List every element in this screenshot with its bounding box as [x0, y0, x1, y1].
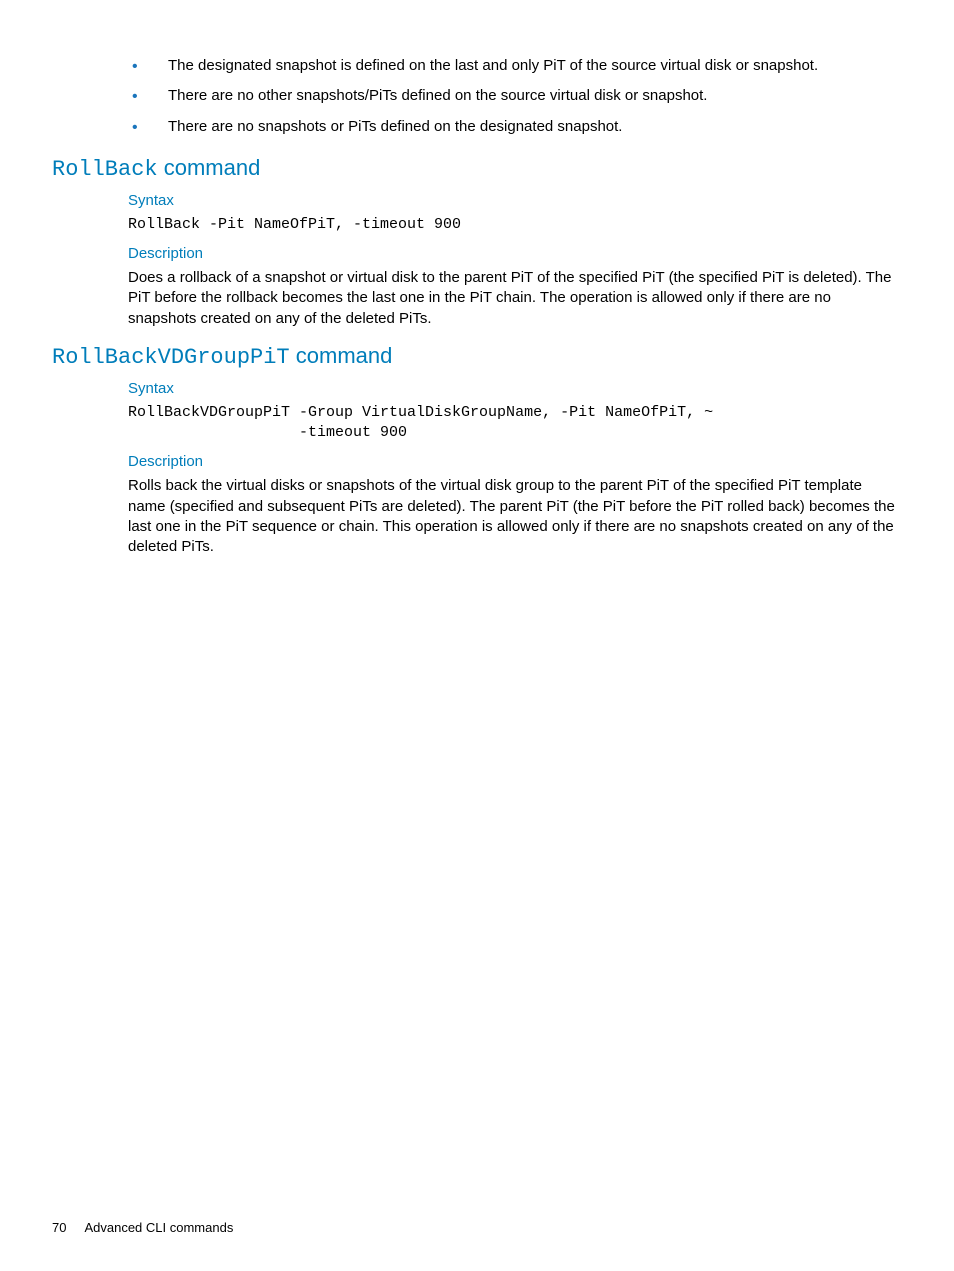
description-label: Description — [128, 453, 902, 470]
list-item: The designated snapshot is defined on th… — [132, 56, 902, 76]
description-text: Does a rollback of a snapshot or virtual… — [128, 268, 902, 329]
heading-mono: RollBack — [52, 157, 158, 182]
heading-plain: command — [158, 155, 261, 180]
syntax-label: Syntax — [128, 380, 902, 397]
heading-mono: RollBackVDGroupPiT — [52, 345, 290, 370]
rollback-block: Syntax RollBack -Pit NameOfPiT, -timeout… — [128, 192, 902, 329]
bullet-text: The designated snapshot is defined on th… — [168, 57, 818, 74]
syntax-code: RollBack -Pit NameOfPiT, -timeout 900 — [128, 215, 902, 235]
page-footer: 70 Advanced CLI commands — [52, 1220, 233, 1235]
page-number: 70 — [52, 1220, 66, 1235]
syntax-code: RollBackVDGroupPiT -Group VirtualDiskGro… — [128, 403, 902, 444]
list-item: There are no other snapshots/PiTs define… — [132, 86, 902, 106]
document-page: The designated snapshot is defined on th… — [0, 0, 954, 1271]
section-heading-rollback: RollBack command — [52, 155, 902, 182]
bullet-text: There are no other snapshots/PiTs define… — [168, 87, 707, 104]
syntax-label: Syntax — [128, 192, 902, 209]
bullet-list: The designated snapshot is defined on th… — [52, 56, 902, 137]
description-label: Description — [128, 245, 902, 262]
description-text: Rolls back the virtual disks or snapshot… — [128, 476, 902, 557]
heading-plain: command — [290, 343, 393, 368]
section-heading-rollbackvdgrouppit: RollBackVDGroupPiT command — [52, 343, 902, 370]
footer-section-name: Advanced CLI commands — [84, 1220, 233, 1235]
list-item: There are no snapshots or PiTs defined o… — [132, 117, 902, 137]
rollbackvdgrouppit-block: Syntax RollBackVDGroupPiT -Group Virtual… — [128, 380, 902, 558]
bullet-text: There are no snapshots or PiTs defined o… — [168, 118, 622, 135]
